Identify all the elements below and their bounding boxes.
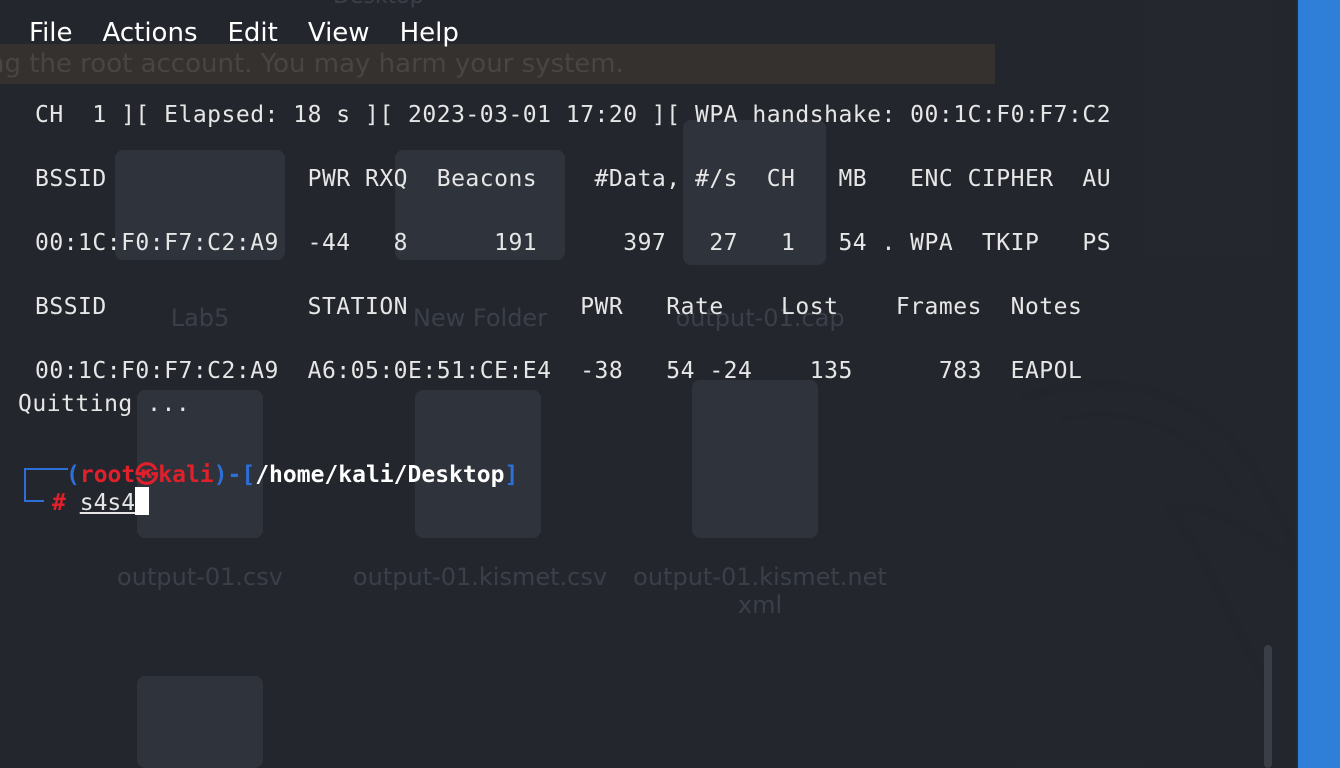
text-cursor	[135, 487, 150, 515]
menu-file[interactable]: File	[0, 10, 89, 60]
scrollbar[interactable]	[1264, 645, 1272, 768]
prompt-host: kali	[158, 462, 214, 488]
shell-prompt: (root㉿kali)-[/home/kali/Desktop]	[66, 462, 519, 488]
file-icon	[692, 380, 818, 538]
desktop-icon-label: output-01.kismet.netxml	[633, 563, 887, 619]
desktop-icon-label: output-01.csv	[117, 563, 283, 591]
desktop-icon-label: output-01.kismet.csv	[352, 563, 608, 591]
prompt-user: root	[79, 462, 136, 488]
prompt-symbol: ㉿	[135, 462, 159, 488]
prompt-frame-bottom	[24, 500, 44, 502]
airodump-status-line: CH 1 ][ Elapsed: 18 s ][ 2023-03-01 17:2…	[35, 102, 1112, 128]
menu-view[interactable]: View	[294, 10, 386, 60]
typed-command: s4s4	[79, 490, 136, 516]
command-line[interactable]: # s4s4	[52, 487, 150, 516]
prompt-path: /home/kali/Desktop	[255, 462, 505, 488]
quitting-message: Quitting ...	[18, 391, 191, 417]
prompt-frame-top	[24, 468, 68, 470]
file-icon	[137, 676, 263, 768]
menu-edit[interactable]: Edit	[214, 10, 294, 60]
menu-help[interactable]: Help	[386, 10, 475, 60]
menu-actions[interactable]: Actions	[89, 10, 214, 60]
station-table-row: 00:1C:F0:F7:C2:A9 A6:05:0E:51:CE:E4 -38 …	[35, 358, 1083, 384]
terminal-window[interactable]: Desktop Lab5 New Folder output-01.cap ou…	[0, 0, 1298, 768]
desktop-panel	[1296, 0, 1340, 768]
ap-table-header: BSSID PWR RXQ Beacons #Data, #/s CH MB E…	[35, 166, 1112, 192]
station-table-header: BSSID STATION PWR Rate Lost Frames Notes	[35, 294, 1083, 320]
prompt-hash: #	[52, 490, 66, 516]
ap-table-row: 00:1C:F0:F7:C2:A9 -44 8 191 397 27 1 54 …	[35, 230, 1112, 256]
menu-bar: File Actions Edit View Help	[0, 10, 475, 60]
prompt-frame-left	[24, 468, 26, 502]
